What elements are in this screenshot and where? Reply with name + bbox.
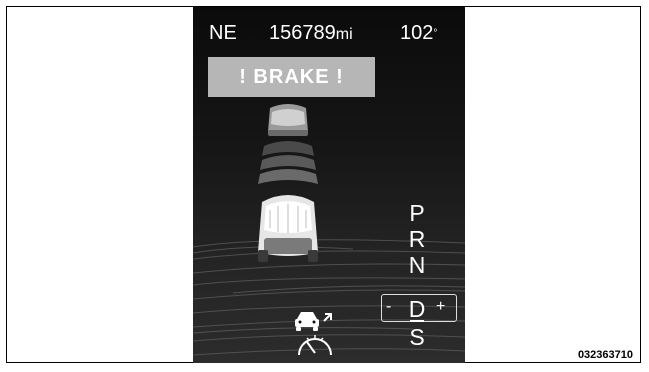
gear-s: S bbox=[409, 324, 425, 350]
speedometer-icon bbox=[298, 335, 332, 356]
active-gear-underline bbox=[410, 320, 424, 322]
gear-d-active: D bbox=[408, 296, 426, 322]
gear-plus: + bbox=[436, 298, 446, 315]
odometer: 156789mi bbox=[269, 21, 353, 47]
outside-temperature: 102° bbox=[400, 21, 437, 45]
following-distance-bars bbox=[258, 141, 318, 184]
gear-r: R bbox=[408, 226, 426, 252]
figure-code: 032363710 bbox=[577, 349, 633, 361]
own-vehicle-icon bbox=[258, 195, 318, 262]
compass-heading: NE bbox=[209, 22, 237, 44]
odometer-value: 156789 bbox=[269, 22, 336, 44]
gear-minus: - bbox=[386, 298, 392, 315]
temperature-value: 102 bbox=[400, 22, 434, 44]
degree-symbol: ° bbox=[433, 28, 438, 39]
gear-p: P bbox=[409, 200, 425, 226]
instrument-cluster-display: NE 156789mi 102° ! BRAKE ! P R N - D + S bbox=[193, 7, 465, 363]
adaptive-cruise-icon bbox=[295, 312, 332, 356]
forward-collision-graphic bbox=[258, 104, 318, 262]
lead-vehicle-icon bbox=[268, 104, 308, 136]
odometer-unit: mi bbox=[335, 26, 353, 43]
brake-warning-banner: ! BRAKE ! bbox=[208, 57, 375, 97]
gear-n: N bbox=[408, 252, 426, 278]
